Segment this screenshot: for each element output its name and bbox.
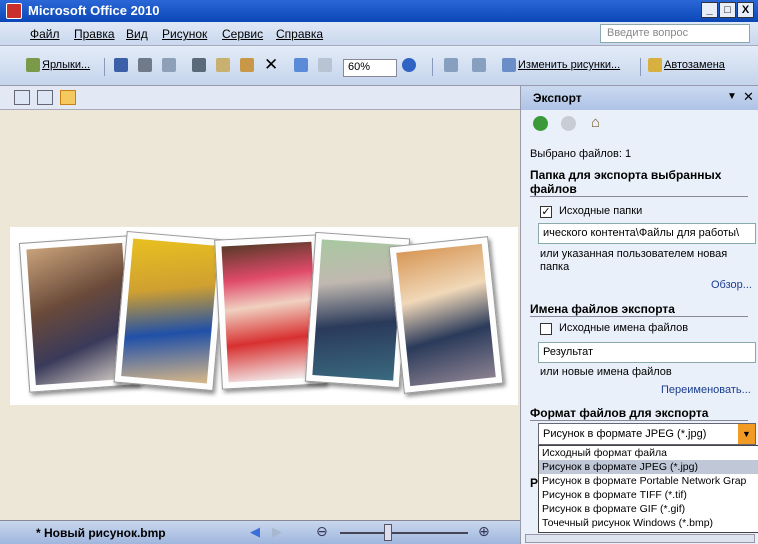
format-option[interactable]: Точечный рисунок Windows (*.bmp) [539, 516, 758, 530]
redo-icon[interactable] [318, 58, 332, 72]
toolbar-separator [640, 58, 641, 76]
window-title: Microsoft Office 2010 [28, 3, 160, 18]
toolbar-separator [432, 58, 433, 76]
zoom-out-icon[interactable]: ⊖ [316, 523, 328, 540]
pane-close-icon[interactable]: ✕ [743, 89, 754, 105]
next-icon[interactable]: ▶ [272, 524, 282, 540]
toolbar: Ярлыки... ✕ 60% Изменить рисунки... Авто… [0, 46, 758, 86]
folder-hint: или указанная пользователем новая папка [540, 248, 728, 273]
cut-icon[interactable] [192, 58, 206, 72]
app-icon [6, 3, 22, 19]
autocorrect-icon [648, 58, 662, 72]
menu-picture[interactable]: Рисунок [162, 27, 207, 41]
pane-title: Экспорт [533, 91, 582, 105]
zoom-slider-thumb[interactable] [384, 524, 392, 541]
format-select[interactable]: Рисунок в формате JPEG (*.jpg) ▼ [538, 423, 756, 445]
collage-image [10, 227, 518, 405]
back-icon[interactable] [533, 116, 548, 131]
original-names-checkbox[interactable] [540, 323, 552, 335]
preview-icon[interactable] [162, 58, 176, 72]
delete-icon[interactable]: ✕ [264, 56, 278, 74]
title-bar: Microsoft Office 2010 _ □ X [0, 0, 758, 22]
format-option[interactable]: Рисунок в формате TIFF (*.tif) [539, 488, 758, 502]
format-option[interactable]: Исходный формат файла [539, 446, 758, 460]
pane-menu-icon[interactable]: ▼ [727, 91, 737, 102]
menu-edit[interactable]: Правка [74, 27, 115, 41]
menu-file[interactable]: Файл [30, 27, 60, 41]
zoom-slider[interactable] [340, 532, 468, 534]
original-names-label: Исходные имена файлов [559, 322, 689, 334]
format-option[interactable]: Рисунок в формате GIF (*.gif) [539, 502, 758, 516]
names-section-heading: Имена файлов экспорта [530, 302, 748, 317]
rotate-right-icon[interactable] [472, 58, 486, 72]
chevron-down-icon[interactable]: ▼ [738, 424, 755, 444]
current-filename: * Новый рисунок.bmp [36, 526, 166, 540]
zoom-in-icon[interactable]: ⊕ [478, 523, 490, 540]
rotate-left-icon[interactable] [444, 58, 458, 72]
copy-icon[interactable] [216, 58, 230, 72]
edit-pictures-icon [502, 58, 516, 72]
menu-help[interactable]: Справка [276, 27, 323, 41]
zoom-value: 60% [348, 61, 371, 73]
menu-service[interactable]: Сервис [222, 27, 263, 41]
folder-path-input[interactable]: ического контента\Файлы для работы\ [538, 223, 756, 244]
previous-icon[interactable]: ◀ [250, 524, 260, 540]
selected-files-count: Выбрано файлов: 1 [530, 148, 632, 160]
name-hint: или новые имена файлов [540, 366, 672, 378]
help-icon[interactable] [402, 58, 416, 72]
edit-pictures-button[interactable]: Изменить рисунки... [518, 56, 620, 74]
pane-scrollbar[interactable] [525, 534, 755, 543]
save-icon[interactable] [114, 58, 128, 72]
maximize-button[interactable]: □ [719, 2, 736, 18]
hidden-section-heading: Р [530, 476, 539, 490]
undo-icon[interactable] [294, 58, 308, 72]
close-button[interactable]: X [737, 2, 754, 18]
single-picture-view-icon[interactable] [60, 90, 76, 105]
source-folders-checkbox[interactable]: ✓ [540, 206, 552, 218]
menu-view[interactable]: Вид [126, 27, 148, 41]
folder-section-heading: Папка для экспорта выбранных файлов [530, 168, 748, 197]
format-option-selected[interactable]: Рисунок в формате JPEG (*.jpg) [539, 460, 758, 474]
thumbnail-view-icon[interactable] [14, 90, 30, 105]
forward-icon[interactable] [561, 116, 576, 131]
format-selected-value: Рисунок в формате JPEG (*.jpg) [543, 428, 707, 440]
autocorrect-button[interactable]: Автозамена [664, 56, 725, 74]
zoom-select[interactable]: 60% [343, 59, 397, 77]
paste-icon[interactable] [240, 58, 254, 72]
menu-bar: Файл Правка Вид Рисунок Сервис Справка В… [0, 22, 758, 46]
shortcuts-button[interactable]: Ярлыки... [42, 56, 90, 74]
format-dropdown-list: Исходный формат файла Рисунок в формате … [538, 445, 758, 533]
view-bar [0, 86, 520, 110]
export-task-pane: Экспорт ▼ ✕ ⌂ Выбрано файлов: 1 Папка дл… [520, 86, 758, 544]
filmstrip-view-icon[interactable] [37, 90, 53, 105]
source-folders-label: Исходные папки [559, 205, 643, 217]
pane-header: Экспорт ▼ ✕ [521, 86, 758, 110]
print-icon[interactable] [138, 58, 152, 72]
format-section-heading: Формат файлов для экспорта [530, 406, 748, 421]
file-name-input[interactable]: Результат [538, 342, 756, 363]
toolbar-separator [104, 58, 105, 76]
photo-woman [113, 230, 227, 392]
status-bar: * Новый рисунок.bmp ◀ ▶ ⊖ ⊕ [0, 520, 520, 544]
browse-link[interactable]: Обзор... [711, 279, 752, 291]
minimize-button[interactable]: _ [701, 2, 718, 18]
format-option[interactable]: Рисунок в формате Portable Network Grap [539, 474, 758, 488]
question-search-input[interactable]: Введите вопрос [600, 24, 750, 43]
shortcuts-icon [26, 58, 40, 72]
photo-girl-uniform [388, 236, 504, 394]
home-icon[interactable]: ⌂ [591, 114, 600, 131]
rename-link[interactable]: Переименовать... [661, 384, 751, 396]
